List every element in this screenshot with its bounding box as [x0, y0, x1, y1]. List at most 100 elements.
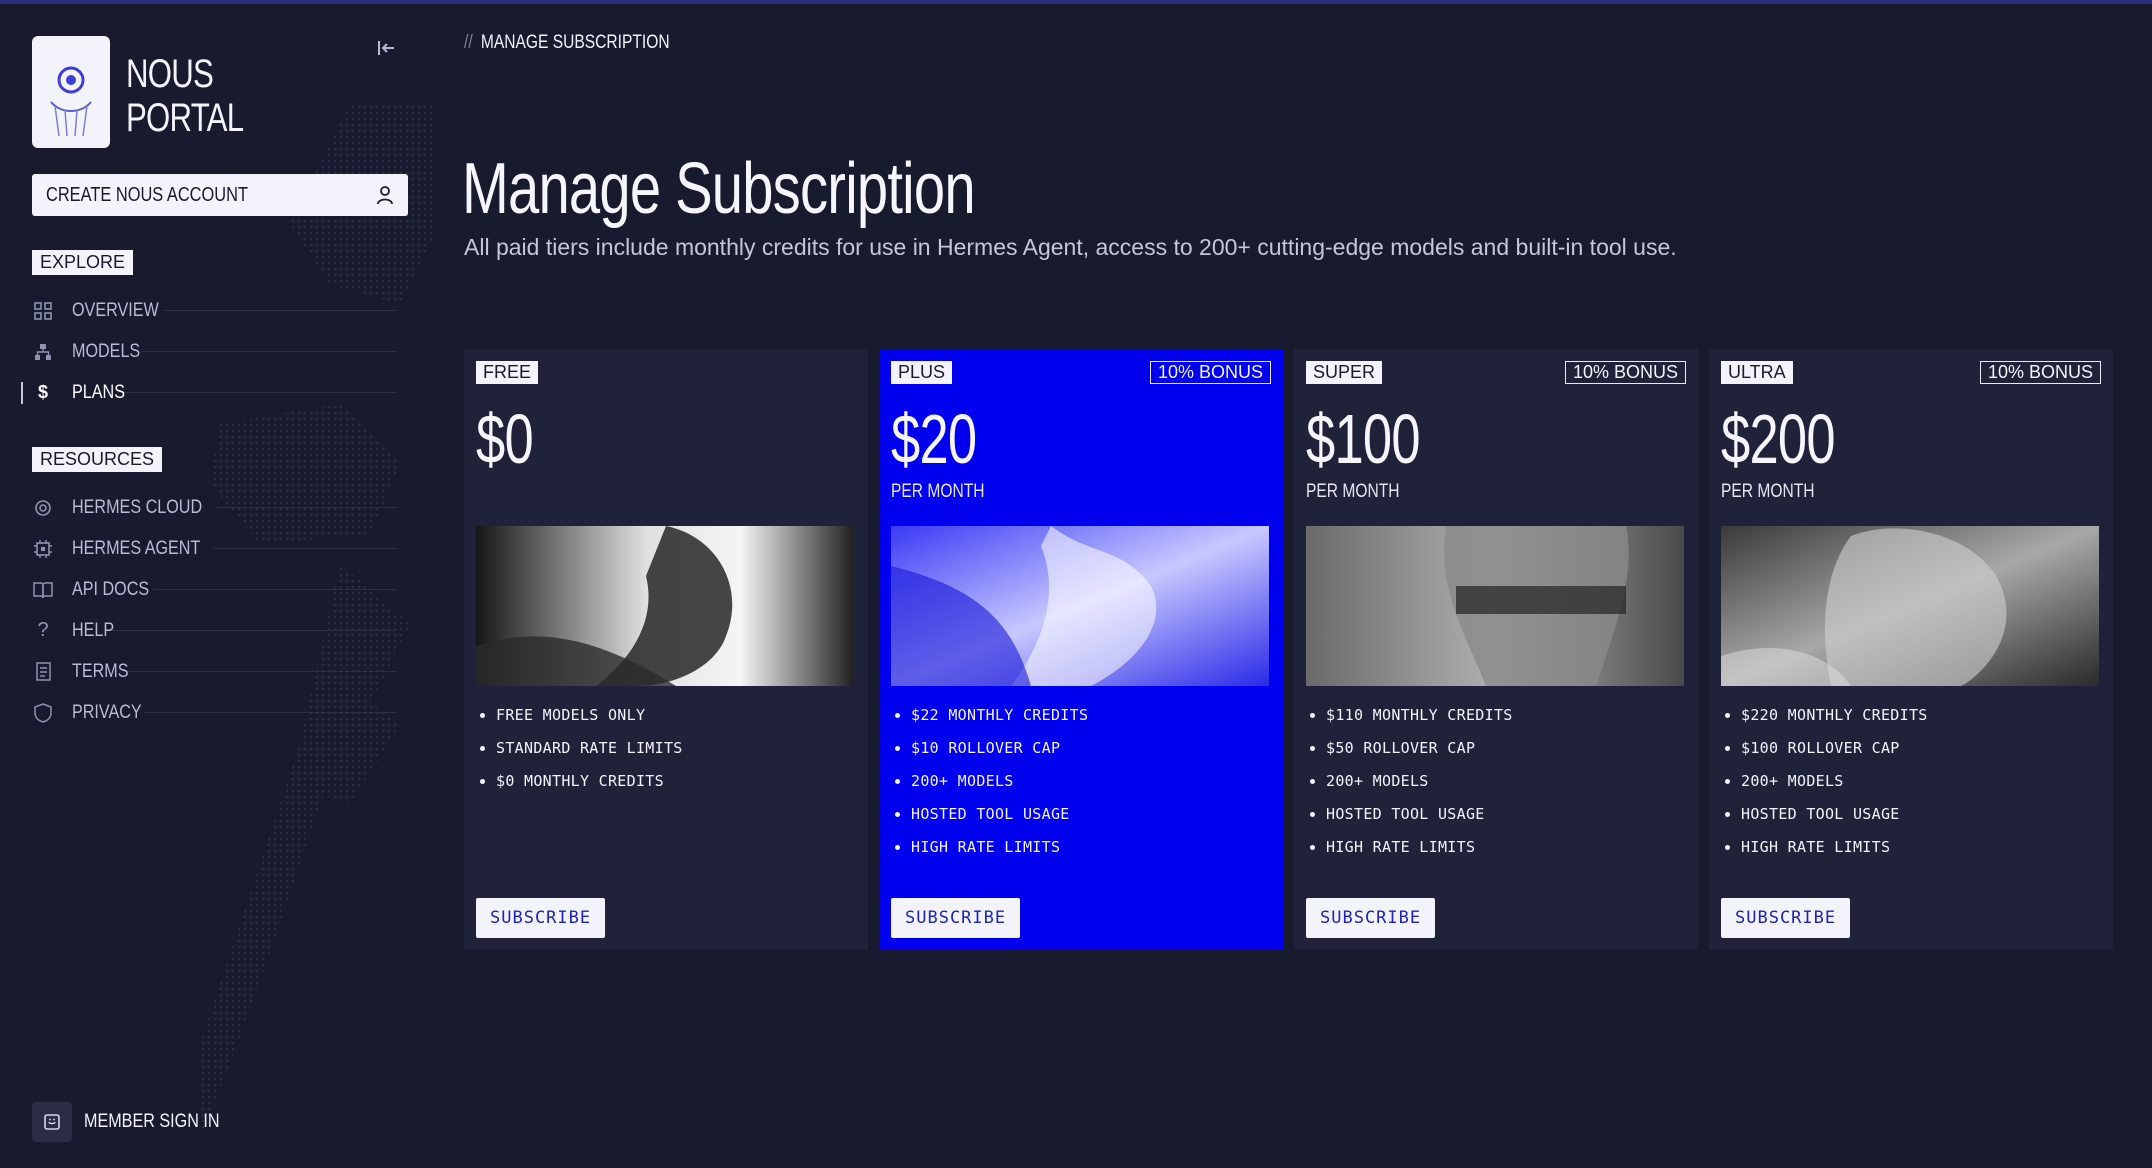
plan-features: $220 MONTHLY CREDITS $100 ROLLOVER CAP 2…: [1721, 699, 1928, 864]
member-sign-in-button[interactable]: MEMBER SIGN IN: [32, 1102, 243, 1142]
page-subtitle: All paid tiers include monthly credits f…: [464, 234, 1677, 260]
plan-feature: $50 ROLLOVER CAP: [1326, 732, 1513, 765]
plan-image: [1306, 526, 1684, 686]
sidebar: NOUS PORTAL CREATE NOUS ACCOUNT EXPLORE …: [0, 4, 434, 1168]
page-title: Manage Subscription: [462, 149, 976, 229]
divider: [144, 712, 397, 713]
sidebar-item-label: HERMES AGENT: [72, 537, 201, 559]
sidebar-item-help[interactable]: ? HELP: [32, 610, 397, 651]
create-account-button[interactable]: CREATE NOUS ACCOUNT: [32, 174, 408, 216]
breadcrumb: // MANAGE SUBSCRIPTION: [464, 32, 670, 54]
divider: [152, 589, 397, 590]
plan-price: $20: [891, 400, 977, 478]
plan-period: PER MONTH: [1721, 481, 1815, 502]
sidebar-item-label: PLANS: [72, 381, 125, 403]
plan-feature: $110 MONTHLY CREDITS: [1326, 699, 1513, 732]
create-account-label: CREATE NOUS ACCOUNT: [46, 183, 248, 206]
explore-heading: EXPLORE: [32, 250, 134, 275]
divider: [215, 507, 397, 508]
bonus-badge: 10% BONUS: [1149, 361, 1271, 384]
plan-price: $100: [1306, 400, 1421, 478]
plan-feature: HOSTED TOOL USAGE: [911, 798, 1088, 831]
sidebar-item-api-docs[interactable]: API DOCS: [32, 569, 397, 610]
plan-tier-badge: FREE: [476, 361, 539, 384]
sidebar-item-label: API DOCS: [72, 578, 150, 600]
plan-feature: HOSTED TOOL USAGE: [1326, 798, 1513, 831]
sidebar-item-overview[interactable]: OVERVIEW: [32, 290, 397, 331]
sidebar-item-label: MODELS: [72, 340, 141, 362]
plan-image: [891, 526, 1269, 686]
plan-feature: HIGH RATE LIMITS: [1741, 831, 1928, 864]
resources-heading: RESOURCES: [32, 447, 163, 472]
brand-line-1: NOUS: [126, 52, 214, 96]
nous-logo[interactable]: [32, 36, 110, 148]
plan-tier-badge: PLUS: [891, 361, 953, 384]
member-sign-in-label: MEMBER SIGN IN: [84, 1111, 220, 1132]
subscribe-button-ultra[interactable]: SUBSCRIBE: [1721, 898, 1851, 938]
breadcrumb-current: MANAGE SUBSCRIPTION: [480, 32, 670, 53]
plan-card-plus: PLUS 10% BONUS $20 PER MONTH $22 MONTHLY…: [879, 349, 1283, 950]
subscribe-button-plus[interactable]: SUBSCRIBE: [891, 898, 1021, 938]
document-icon: [32, 661, 54, 683]
plan-period: PER MONTH: [891, 481, 985, 502]
sidebar-item-models[interactable]: MODELS: [32, 331, 397, 372]
login-icon: [32, 1102, 72, 1142]
question-icon: ?: [37, 619, 49, 641]
sidebar-item-label: OVERVIEW: [72, 299, 159, 321]
sidebar-item-terms[interactable]: TERMS: [32, 651, 397, 692]
plan-feature: HIGH RATE LIMITS: [1326, 831, 1513, 864]
divider: [164, 310, 397, 311]
sidebar-item-hermes-cloud[interactable]: HERMES CLOUD: [32, 487, 397, 528]
grid-icon: [32, 300, 54, 322]
sidebar-item-hermes-agent[interactable]: HERMES AGENT: [32, 528, 397, 569]
plan-price: $200: [1721, 400, 1836, 478]
subscribe-button-super[interactable]: SUBSCRIBE: [1306, 898, 1436, 938]
plan-feature: STANDARD RATE LIMITS: [496, 732, 683, 765]
sidebar-item-plans[interactable]: $ PLANS: [21, 372, 397, 413]
divider: [142, 351, 397, 352]
book-icon: [32, 579, 54, 601]
plan-feature: HIGH RATE LIMITS: [911, 831, 1088, 864]
subscribe-button-free[interactable]: SUBSCRIBE: [476, 898, 606, 938]
plan-feature: $100 ROLLOVER CAP: [1741, 732, 1928, 765]
dollar-icon: $: [37, 382, 48, 402]
plan-features: $110 MONTHLY CREDITS $50 ROLLOVER CAP 20…: [1306, 699, 1513, 864]
brand-line-2: PORTAL: [126, 96, 244, 140]
shield-icon: [32, 702, 54, 724]
sidebar-item-label: PRIVACY: [72, 701, 142, 723]
sidebar-item-label: HERMES CLOUD: [72, 496, 203, 518]
plan-tier-badge: SUPER: [1306, 361, 1383, 384]
plan-feature: FREE MODELS ONLY: [496, 699, 683, 732]
plan-card-ultra: ULTRA 10% BONUS $200 PER MONTH $220 MONT…: [1709, 349, 2113, 950]
collapse-arrow-icon: [378, 41, 394, 55]
plan-feature: HOSTED TOOL USAGE: [1741, 798, 1928, 831]
plan-tier-badge: ULTRA: [1721, 361, 1793, 384]
sidebar-item-privacy[interactable]: PRIVACY: [32, 692, 397, 733]
hand-orb-logo-icon: [50, 66, 92, 137]
sidebar-item-label: HELP: [72, 619, 115, 641]
resources-nav: HERMES CLOUD HERMES AGENT API DOCS ? HEL…: [32, 487, 397, 733]
plan-feature: $10 ROLLOVER CAP: [911, 732, 1088, 765]
plan-feature: 200+ MODELS: [1326, 765, 1513, 798]
bonus-badge: 10% BONUS: [1564, 361, 1686, 384]
divider: [111, 630, 397, 631]
plan-image: [476, 526, 854, 686]
bonus-badge: 10% BONUS: [1979, 361, 2101, 384]
collapse-sidebar-button[interactable]: [372, 34, 400, 62]
plan-feature: $0 MONTHLY CREDITS: [496, 765, 683, 798]
hierarchy-icon: [32, 341, 54, 363]
plan-price: $0: [476, 400, 534, 478]
plan-feature: $220 MONTHLY CREDITS: [1741, 699, 1928, 732]
chip-icon: [32, 538, 54, 560]
plan-feature: $22 MONTHLY CREDITS: [911, 699, 1088, 732]
divider: [212, 548, 397, 549]
breadcrumb-separator: //: [464, 32, 473, 53]
explore-nav: OVERVIEW MODELS $ PLANS: [21, 290, 397, 413]
user-icon: [377, 186, 393, 205]
plan-features: $22 MONTHLY CREDITS $10 ROLLOVER CAP 200…: [891, 699, 1088, 864]
gear-icon: [32, 497, 54, 519]
sidebar-item-label: TERMS: [72, 660, 129, 682]
plan-feature: 200+ MODELS: [911, 765, 1088, 798]
plan-card-free: FREE $0 FREE MODELS ONLY STANDARD RATE L…: [464, 349, 868, 950]
plan-image: [1721, 526, 2099, 686]
